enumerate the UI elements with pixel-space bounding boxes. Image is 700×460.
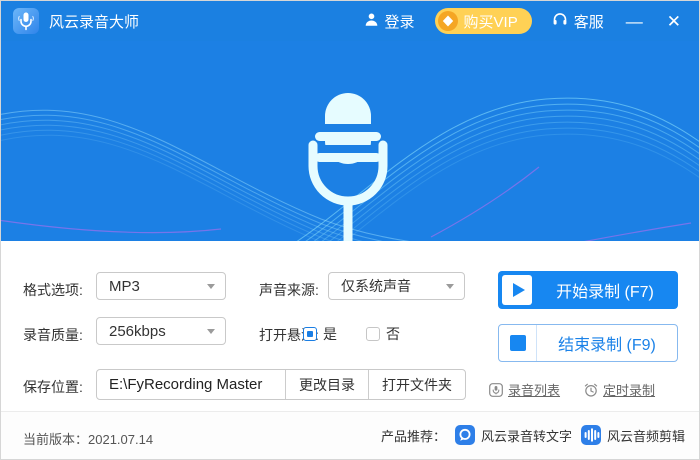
stop-record-button[interactable]: 结束录制 (F9)	[498, 324, 678, 362]
source-value: 仅系统声音	[341, 276, 411, 296]
gem-icon	[438, 11, 458, 31]
chevron-down-icon	[207, 284, 215, 289]
record-list-link[interactable]: 录音列表	[489, 380, 560, 399]
chevron-down-icon	[207, 329, 215, 334]
support-button[interactable]: 客服	[552, 11, 604, 32]
titlebar-right: 登录 购买VIP 客服 — ✕	[364, 8, 683, 34]
checkbox-checked-icon[interactable]	[303, 327, 317, 341]
float-no-label: 否	[386, 324, 400, 344]
start-record-button[interactable]: 开始录制 (F7)	[498, 271, 678, 309]
checkbox-unchecked-icon[interactable]	[366, 327, 380, 341]
save-path-input[interactable]	[97, 370, 285, 399]
stop-icon	[499, 325, 536, 361]
timed-record-label: 定时录制	[603, 380, 655, 399]
banner-waves	[1, 41, 700, 241]
app-logo-icon	[13, 8, 39, 34]
titlebar-left: 风云录音大师	[13, 8, 139, 34]
product-promo: 产品推荐： 风云录音转文字	[381, 425, 685, 445]
save-location-label: 保存位置:	[23, 377, 83, 397]
float-no-option[interactable]: 否	[366, 324, 400, 344]
hero-banner	[1, 41, 700, 241]
waveform-icon	[581, 425, 601, 445]
promo-audio-to-text-link[interactable]: 风云录音转文字	[455, 425, 572, 445]
login-button[interactable]: 登录	[364, 11, 415, 32]
minimize-button[interactable]: —	[624, 13, 645, 30]
titlebar: 风云录音大师 登录 购买VIP	[1, 1, 699, 41]
open-folder-button[interactable]: 打开文件夹	[369, 370, 465, 399]
version-value: 2021.07.14	[88, 432, 153, 447]
timed-record-link[interactable]: 定时录制	[584, 380, 655, 399]
promo-label: 产品推荐：	[381, 426, 446, 445]
change-dir-button[interactable]: 更改目录	[286, 370, 368, 399]
version-label: 当前版本：	[23, 432, 88, 447]
promo-audio-edit-label: 风云音频剪辑	[607, 426, 685, 445]
source-label: 声音来源:	[259, 280, 319, 300]
quality-label: 录音质量:	[23, 325, 83, 345]
quick-links: 录音列表 定时录制	[489, 380, 689, 399]
source-select[interactable]: 仅系统声音	[328, 272, 465, 300]
support-label: 客服	[574, 11, 604, 32]
chevron-down-icon	[446, 284, 454, 289]
format-value: MP3	[109, 278, 140, 295]
start-record-label: 开始录制 (F7)	[536, 278, 678, 302]
quality-value: 256kbps	[109, 323, 166, 340]
stop-record-label: 结束录制 (F9)	[537, 331, 677, 355]
format-select[interactable]: MP3	[96, 272, 226, 300]
mic-list-icon	[489, 383, 503, 397]
promo-audio-to-text-label: 风云录音转文字	[481, 426, 572, 445]
headset-icon	[552, 11, 568, 31]
app-window: 风云录音大师 登录 购买VIP	[0, 0, 700, 460]
promo-audio-edit-link[interactable]: 风云音频剪辑	[581, 425, 685, 445]
alarm-clock-icon	[584, 383, 598, 397]
version-text: 当前版本：2021.07.14	[23, 429, 153, 448]
buy-vip-button[interactable]: 购买VIP	[435, 8, 532, 34]
float-yes-label: 是	[323, 324, 337, 344]
login-label: 登录	[385, 11, 415, 32]
float-yes-option[interactable]: 是	[303, 324, 337, 344]
buy-vip-label: 购买VIP	[464, 11, 518, 32]
quality-select[interactable]: 256kbps	[96, 317, 226, 345]
app-title: 风云录音大师	[49, 11, 139, 32]
save-location-group: 更改目录 打开文件夹	[96, 369, 466, 400]
close-button[interactable]: ✕	[665, 13, 683, 30]
format-label: 格式选项:	[23, 280, 83, 300]
chat-bubble-icon	[455, 425, 475, 445]
play-icon	[502, 275, 532, 305]
statusbar: 当前版本：2021.07.14 产品推荐： 风云录音转文字	[1, 411, 699, 459]
record-list-label: 录音列表	[508, 380, 560, 399]
user-icon	[364, 12, 379, 31]
